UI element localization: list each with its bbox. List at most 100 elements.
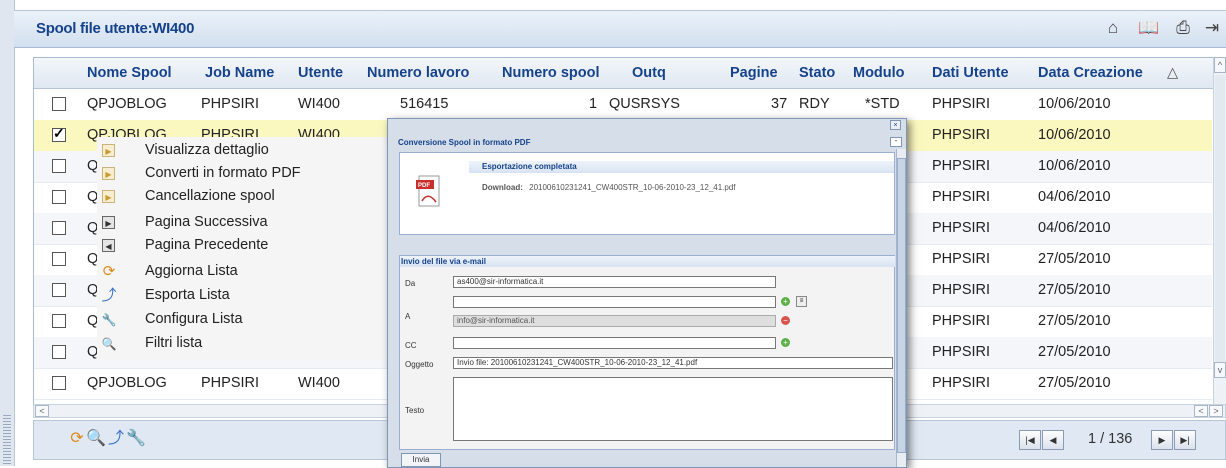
email-panel: Invio del file via e-mail Da as400@sir-i… [399,255,895,450]
cell-dati-utente: PHPSIRI [932,344,991,360]
download-label: Download: [482,183,523,192]
export-header: Esportazione completata [469,161,894,173]
row-checkbox[interactable] [52,314,66,328]
row-checkbox[interactable] [52,376,66,390]
download-link[interactable]: 20100610231241_CW400STR_10-06-2010-23_12… [529,183,735,192]
row-checkbox[interactable] [52,97,66,111]
refresh-icon: ⟳ [102,263,116,280]
menu-pagina-precedente[interactable]: ◀ Pagina Precedente [97,235,397,257]
cell-dati-utente: PHPSIRI [932,158,991,174]
row-checkbox[interactable] [52,125,66,142]
col-pagine[interactable]: Pagine [730,65,778,81]
cell-utente: WI400 [298,96,340,112]
export-icon[interactable]: ⤴ [106,429,126,449]
oggetto-label: Oggetto [405,360,434,369]
menu-visualizza-dettaglio[interactable]: ▶ Visualizza dettaglio [97,140,397,162]
oggetto-field[interactable]: Invio file: 20100610231241_CW400STR_10-0… [453,357,893,369]
col-nome-spool[interactable]: Nome Spool [87,65,172,81]
next-page-button[interactable]: ▶ [1151,430,1173,450]
cell-dati-utente: PHPSIRI [932,220,991,236]
cell-stato: RDY [799,96,830,112]
col-modulo[interactable]: Modulo [853,65,905,81]
collapse-icon[interactable]: - [890,137,902,147]
menu-label: Cancellazione spool [145,188,275,204]
menu-configura-lista[interactable]: 🔧 Configura Lista [97,309,397,331]
exit-icon[interactable]: ⇥ [1201,17,1223,39]
context-menu: ▶ Visualizza dettaglio ▶ Converti in for… [97,137,397,359]
cell-dati-utente: PHPSIRI [932,282,991,298]
scroll-left-button[interactable]: < [35,405,49,417]
download-line: Download: 20100610231241_CW400STR_10-06-… [482,183,736,192]
print-icon[interactable]: ⎙ [1172,17,1194,39]
cell-nome: QPJOBLOG [87,375,167,391]
cell-dati-utente: PHPSIRI [932,127,991,143]
menu-converti-pdf[interactable]: ▶ Converti in formato PDF [97,163,397,185]
left-splitter[interactable] [0,0,15,466]
scroll-right-button[interactable]: > [1209,405,1223,417]
col-utente[interactable]: Utente [298,65,343,81]
last-page-button[interactable]: ▶| [1174,430,1196,450]
a-label: A [405,312,411,321]
search-icon[interactable]: 🔍 [86,429,106,449]
close-icon[interactable]: × [890,120,901,130]
scroll-down-button[interactable]: v [1214,362,1226,378]
menu-label: Aggiorna Lista [145,263,238,279]
scroll-left-button-2[interactable]: < [1194,405,1208,417]
next-page-icon: ▶ [102,216,115,229]
add-cc-icon[interactable]: + [781,338,790,347]
first-page-button[interactable]: |◀ [1019,430,1041,450]
cell-data-creazione: 27/05/2010 [1038,282,1111,298]
sort-asc-icon: △ [1167,65,1179,81]
row-checkbox[interactable] [52,159,66,173]
grid-vertical-scrollbar[interactable]: ^ v [1213,57,1226,404]
home-icon[interactable]: ⌂ [1102,17,1124,39]
col-numero-lavoro[interactable]: Numero lavoro [367,65,469,81]
table-row[interactable]: QPJOBLOG PHPSIRI WI400 516415 1 QUSRSYS … [34,89,1212,121]
row-checkbox[interactable] [52,283,66,297]
menu-cancellazione-spool[interactable]: ▶ Cancellazione spool [97,186,397,208]
address-book-icon[interactable]: ≡ [796,296,807,307]
scroll-up-button[interactable]: ^ [1214,57,1226,73]
cell-data-creazione: 27/05/2010 [1038,313,1111,329]
send-button[interactable]: Invia [401,453,441,467]
col-numero-spool[interactable]: Numero spool [502,65,599,81]
col-stato[interactable]: Stato [799,65,835,81]
menu-label: Pagina Precedente [145,237,269,253]
testo-field[interactable] [453,377,893,441]
row-checkbox[interactable] [52,252,66,266]
cell-dati-utente: PHPSIRI [932,375,991,391]
col-job-name[interactable]: Job Name [205,65,274,81]
cell-data-creazione: 27/05/2010 [1038,251,1111,267]
menu-aggiorna-lista[interactable]: ⟳ Aggiorna Lista [97,261,397,283]
dialog-title: Conversione Spool in formato PDF [398,138,531,147]
menu-filtri-lista[interactable]: 🔍 Filtri lista [97,333,397,355]
arrow-right-icon: ▶ [102,144,115,157]
col-outq[interactable]: Outq [632,65,666,81]
row-checkbox[interactable] [52,190,66,204]
book-icon[interactable]: 📖 [1138,17,1160,39]
dialog-scrollbar[interactable] [896,149,906,467]
col-data-creazione[interactable]: Data Creazione [1038,65,1143,81]
refresh-icon[interactable]: ⟳ [67,429,87,449]
cc-field[interactable] [453,337,776,349]
cell-dati-utente: PHPSIRI [932,189,991,205]
a-field[interactable] [453,296,776,308]
splitter-grip[interactable] [3,415,11,465]
da-label: Da [405,279,416,288]
dialog-scroll-thumb[interactable] [897,158,906,453]
da-field[interactable]: as400@sir-informatica.it [453,276,776,288]
scroll-thumb[interactable] [1215,75,1225,375]
cell-data-creazione: 27/05/2010 [1038,344,1111,360]
remove-recipient-icon[interactable]: − [781,316,790,325]
row-checkbox[interactable] [52,221,66,235]
wrench-icon: 🔧 [101,313,117,327]
prev-page-button[interactable]: ◀ [1042,430,1064,450]
row-checkbox[interactable] [52,345,66,359]
menu-pagina-successiva[interactable]: ▶ Pagina Successiva [97,212,397,234]
arrow-right-icon: ▶ [102,190,115,203]
col-dati-utente[interactable]: Dati Utente [932,65,1009,81]
menu-esporta-lista[interactable]: ⤴ Esporta Lista [97,285,397,307]
a-recipient-list[interactable]: info@sir-informatica.it [453,315,776,327]
add-recipient-icon[interactable]: + [781,297,790,306]
wrench-icon[interactable]: 🔧 [126,429,146,449]
